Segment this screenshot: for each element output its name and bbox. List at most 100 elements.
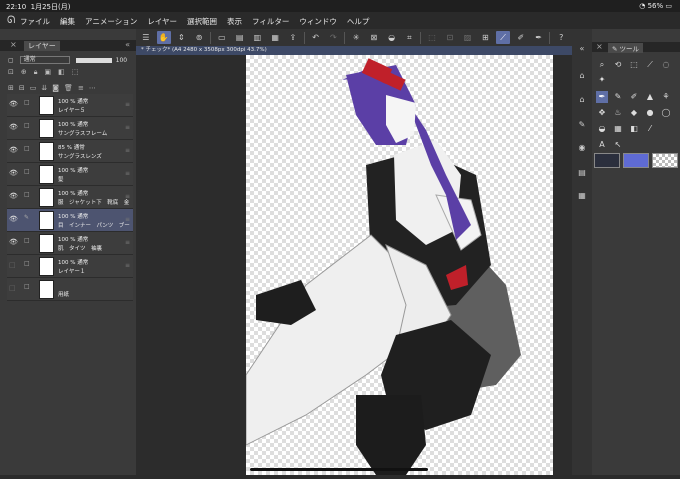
decoration-tool-icon[interactable]: ⚘ — [660, 91, 672, 103]
speech-balloon-icon[interactable]: ◯ — [660, 107, 672, 119]
menu-layer[interactable]: レイヤー — [147, 16, 177, 27]
export-icon[interactable]: ▦ — [268, 31, 282, 44]
eye-icon[interactable]: 👁︎ — [9, 123, 18, 131]
home-indicator[interactable] — [250, 468, 428, 471]
magic-wand-icon[interactable]: ✦ — [596, 74, 608, 86]
menu-file[interactable]: ファイル — [20, 16, 50, 27]
navigator-icon[interactable]: ▦ — [576, 191, 588, 202]
canvas-area[interactable] — [136, 55, 572, 475]
drag-handle-icon[interactable]: ≡ — [125, 239, 130, 246]
tool-property-icon[interactable]: ⌂ — [576, 95, 588, 106]
fill-icon[interactable]: ◒ — [385, 31, 399, 44]
layer-row[interactable]: 👁︎ □ 100 % 通常 髪 ≡ — [7, 163, 133, 186]
layer-row[interactable]: 👁︎ □ 100 % 通常 サングラスフレーム ≡ — [7, 117, 133, 140]
select-tool-icon[interactable]: ⬚ — [628, 59, 640, 71]
delete-layer-icon[interactable]: 🗑︎ — [64, 84, 73, 94]
eye-icon[interactable]: □ — [9, 261, 16, 269]
layer-row-paper[interactable]: □ □ 用紙 — [7, 278, 133, 301]
eyedropper-tool-icon[interactable]: ⟋ — [644, 59, 656, 71]
draft-icon[interactable]: ◧ — [58, 68, 65, 78]
ruler-icon[interactable]: ⊞ — [478, 31, 492, 44]
more-icon[interactable]: ⋯ — [89, 84, 96, 94]
quick-access-icon[interactable]: ⊚ — [192, 31, 206, 44]
checkbox[interactable]: □ — [24, 145, 32, 153]
layer-panel-title[interactable]: レイヤー — [24, 41, 60, 51]
selection-fill-icon[interactable]: ▨ — [461, 31, 475, 44]
undo-icon[interactable]: ↶ — [309, 31, 323, 44]
menu-filter[interactable]: フィルター — [252, 16, 289, 27]
reference-icon[interactable]: ⊕ — [21, 68, 27, 78]
line-tool-icon[interactable]: ⁄ — [644, 123, 656, 135]
checkbox[interactable]: □ — [24, 191, 32, 199]
merge-down-icon[interactable]: ⇊ — [41, 84, 47, 94]
new-raster-layer-icon[interactable]: ⊞ — [8, 84, 14, 94]
collapse-icon[interactable]: « — [125, 40, 130, 49]
layer-row[interactable]: 👁︎ □ 100 % 通常 肌 タイツ 袖裏 ≡ — [7, 232, 133, 255]
drag-handle-icon[interactable]: ≡ — [125, 170, 130, 177]
transparent-color-swatch[interactable] — [652, 153, 678, 168]
move-layer-icon[interactable]: ✥ — [596, 107, 608, 119]
new-file-icon[interactable]: ▭ — [215, 31, 229, 44]
new-vector-layer-icon[interactable]: ⊟ — [19, 84, 25, 94]
sub-color-swatch[interactable] — [623, 153, 649, 168]
hand-tool-icon[interactable]: ✋ — [156, 31, 171, 44]
drag-handle-icon[interactable]: ≡ — [125, 262, 130, 269]
layer-property-icon[interactable]: ▤ — [576, 168, 588, 179]
pen-tool-icon[interactable]: ✒ — [596, 91, 608, 103]
app-logo-icon[interactable]: ᘏ — [7, 15, 15, 26]
upload-icon[interactable]: ⇪ — [286, 31, 300, 44]
brush-icon[interactable]: ✐ — [514, 31, 528, 44]
eye-icon[interactable]: 👁︎ — [9, 146, 18, 154]
collapse-panel-icon[interactable]: « — [576, 44, 588, 55]
close-icon[interactable]: × — [596, 42, 603, 51]
drag-handle-icon[interactable]: ≡ — [125, 193, 130, 200]
mask-icon[interactable]: ▣ — [44, 68, 51, 78]
layer-row[interactable]: 👁︎ □ 85 % 通常 サングラスレンズ ≡ — [7, 140, 133, 163]
eraser-tool-icon[interactable]: ◆ — [628, 107, 640, 119]
pencil-tool-icon[interactable]: ✎ — [612, 91, 624, 103]
close-icon[interactable]: × — [10, 40, 17, 49]
mask-add-icon[interactable]: ◙ — [52, 84, 59, 94]
menu-window[interactable]: ウィンドウ — [299, 16, 337, 27]
layer-menu-icon[interactable]: ≡ — [78, 84, 84, 94]
stepper-icon[interactable]: ⇕ — [175, 31, 189, 44]
loading-icon[interactable]: ✳ — [349, 31, 363, 44]
eye-icon[interactable]: 👁︎ — [9, 192, 18, 200]
eye-icon[interactable]: □ — [9, 284, 16, 292]
fill-tool-icon[interactable]: ◒ — [596, 123, 608, 135]
pen-settings-icon[interactable]: ✒ — [532, 31, 546, 44]
main-color-swatch[interactable] — [594, 153, 620, 168]
eye-icon[interactable]: 👁︎ — [9, 215, 18, 223]
checkbox[interactable]: □ — [24, 99, 32, 107]
zoom-tool-icon[interactable]: ⌕ — [596, 59, 608, 71]
document-tab[interactable]: * チェック* (A4 2480 x 3508px 300dpi 43.7%) — [136, 46, 572, 55]
selection-off-icon[interactable]: ⬚ — [425, 31, 439, 44]
clip-icon[interactable]: ⊡ — [8, 68, 14, 78]
blur-tool-icon[interactable]: ● — [644, 107, 656, 119]
gradient-tool-icon[interactable]: ▦ — [612, 123, 624, 135]
save-file-icon[interactable]: ▥ — [250, 31, 264, 44]
menu-view[interactable]: 表示 — [227, 16, 242, 27]
eye-icon[interactable]: 👁︎ — [9, 169, 18, 177]
layer-row[interactable]: 👁︎ □ 100 % 通常 レイヤー５ ≡ — [7, 94, 133, 117]
transform-icon[interactable]: ⌗ — [402, 31, 416, 44]
help-icon[interactable]: ? — [554, 31, 568, 44]
drag-handle-icon[interactable]: ≡ — [125, 101, 130, 108]
drawing-canvas[interactable] — [245, 55, 553, 475]
blend-mode-select[interactable]: 通常 — [19, 56, 70, 64]
airbrush-tool-icon[interactable]: ▲ — [644, 91, 656, 103]
checkbox[interactable]: □ — [24, 260, 32, 268]
layer-row-selected[interactable]: 👁︎ ✎ 100 % 通常 目 インナー パンツ ブー ≡ — [7, 209, 133, 232]
lock-transparent-icon[interactable]: ⬚ — [72, 68, 79, 78]
eye-icon[interactable]: 👁︎ — [9, 100, 18, 108]
checkbox[interactable]: □ — [24, 168, 32, 176]
menu-selection[interactable]: 選択範囲 — [187, 16, 217, 27]
drag-handle-icon[interactable]: ≡ — [125, 147, 130, 154]
drag-handle-icon[interactable]: ≡ — [125, 216, 130, 223]
brush-size-icon[interactable]: ✎ — [576, 120, 588, 131]
blend-tool-icon[interactable]: ♨ — [612, 107, 624, 119]
opacity-slider[interactable] — [75, 57, 112, 63]
open-file-icon[interactable]: ▤ — [233, 31, 247, 44]
redo-icon[interactable]: ↷ — [326, 31, 340, 44]
crop-icon[interactable]: ⊡ — [443, 31, 457, 44]
